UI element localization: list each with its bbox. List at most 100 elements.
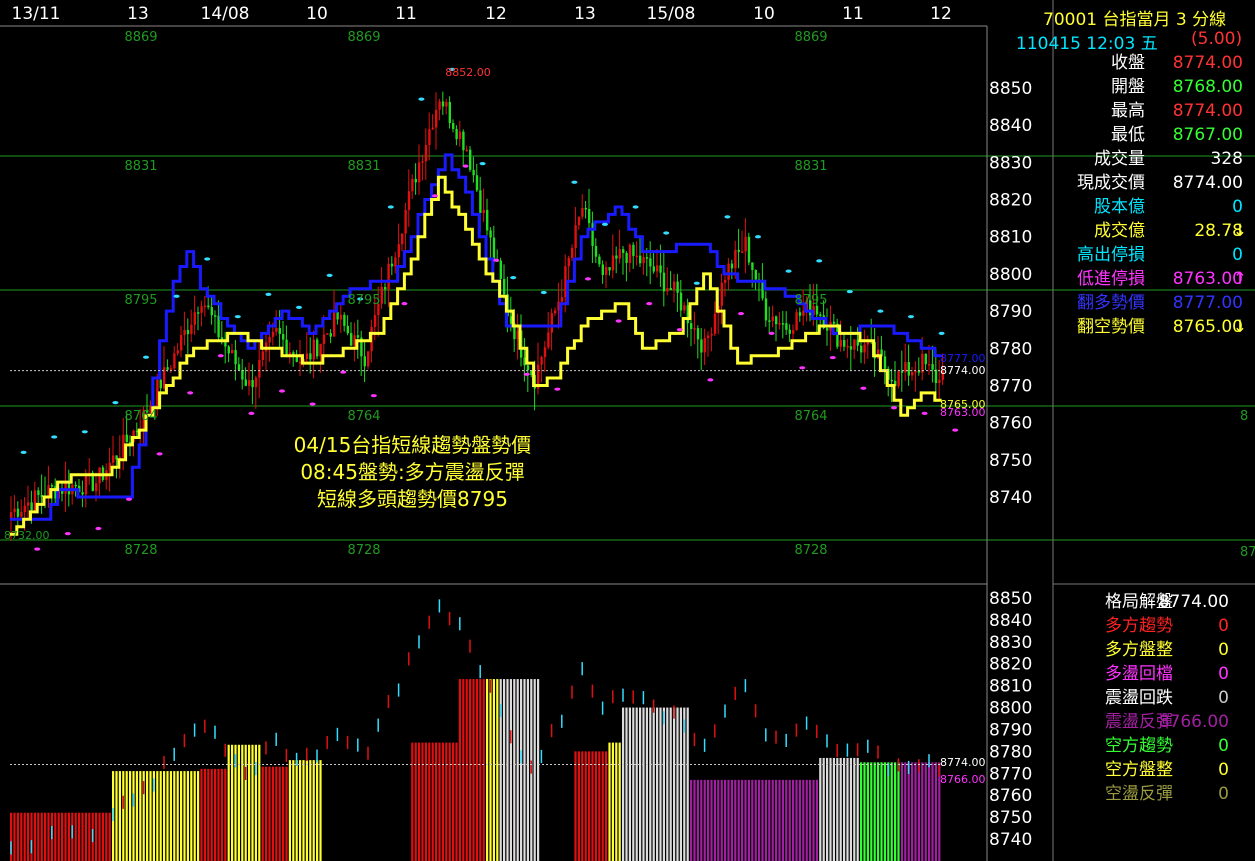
candle-body: [397, 244, 400, 258]
candle-body: [676, 281, 679, 293]
candle-body: [435, 109, 438, 128]
candle-body: [95, 483, 98, 492]
pattern-bar: [441, 742, 444, 861]
candle-body: [649, 258, 652, 267]
magenta-marker: [738, 311, 744, 316]
pattern-bar: [588, 751, 591, 861]
pattern-bar: [57, 812, 60, 861]
cyan-marker: [908, 315, 914, 319]
trend-arrow-icon: ↓: [1232, 317, 1247, 337]
candle-body: [768, 320, 771, 322]
candle-body: [598, 256, 601, 265]
pattern-bar: [496, 679, 499, 861]
pattern-bar: [118, 771, 121, 861]
pattern-bar: [649, 707, 652, 861]
candle-body: [200, 306, 203, 313]
magenta-marker: [585, 277, 591, 281]
magenta-marker: [829, 355, 836, 360]
pattern-row: 多方趨勢 0: [1055, 614, 1255, 638]
candle-body: [472, 169, 475, 176]
pattern-bar: [305, 760, 308, 861]
pattern-bar: [720, 779, 723, 861]
pattern-bar: [64, 812, 67, 861]
lower-axis-label: 8740: [989, 830, 1032, 850]
level-label: 8728: [124, 543, 157, 558]
candle-body: [747, 236, 751, 263]
cyan-marker: [816, 259, 823, 263]
cyan-marker: [663, 231, 670, 235]
candle-body: [907, 362, 910, 376]
pattern-bar: [632, 707, 635, 861]
candle-body: [744, 236, 747, 252]
pattern-bar: [696, 779, 699, 861]
candle-body: [883, 356, 887, 369]
x-axis-label: 12: [930, 4, 952, 24]
pattern-bar: [506, 679, 509, 861]
pattern-bar: [860, 762, 863, 861]
magenta-marker: [279, 389, 285, 393]
candle-body: [231, 350, 234, 354]
candle-body: [305, 353, 309, 359]
candle-body: [588, 208, 591, 224]
cyan-marker: [755, 235, 761, 239]
pattern-bar: [489, 679, 492, 861]
pattern-bar: [125, 771, 128, 861]
x-axis-label: 15/08: [647, 4, 696, 24]
pattern-bar: [492, 679, 495, 861]
pattern-bar: [605, 751, 608, 861]
magenta-marker: [523, 372, 530, 376]
candle-body: [326, 333, 329, 335]
quote-row: 翻多勢價 8777.00: [1055, 291, 1255, 315]
upper-axis-label: 8790: [989, 302, 1032, 322]
cyan-marker: [724, 215, 731, 219]
upper-axis-label: 8850: [989, 79, 1032, 99]
candle-body: [938, 379, 941, 384]
quote-row: 現成交價 8774.00: [1055, 171, 1255, 195]
row-label: 最高: [1111, 101, 1145, 121]
pattern-bar: [924, 762, 927, 861]
cyan-marker: [20, 450, 27, 454]
magenta-marker: [187, 391, 194, 395]
candle-body: [547, 332, 550, 348]
pattern-bar: [418, 742, 421, 861]
magenta-marker: [370, 394, 377, 398]
row-label: 開盤: [1111, 77, 1145, 97]
candle-body: [605, 267, 608, 275]
candle-body: [367, 351, 370, 367]
candle-body: [727, 263, 730, 280]
upper-axis-label: 8760: [989, 414, 1032, 434]
candle-body: [224, 342, 227, 347]
candle-body: [384, 287, 387, 290]
period-label: 3 分線: [1175, 10, 1227, 30]
magenta-marker-label: 8763.00: [940, 406, 986, 419]
level-label: 8795: [794, 293, 827, 308]
pattern-bar: [258, 744, 261, 861]
pattern-bar: [870, 762, 873, 861]
x-axis-label: 11: [842, 4, 864, 24]
pattern-bar: [316, 760, 319, 861]
candle-body: [333, 312, 336, 337]
level-label: 8831: [124, 159, 157, 174]
level-label: 8869: [794, 30, 827, 45]
x-axis-label: 10: [753, 4, 775, 24]
pattern-bar: [758, 779, 761, 861]
pattern-bar: [421, 742, 424, 861]
candle-body: [23, 505, 26, 513]
candle-body: [730, 263, 734, 269]
candle-body: [656, 265, 659, 272]
candle-body: [622, 249, 625, 253]
candle-body: [581, 207, 584, 217]
trend-arrow-icon: ↑: [1232, 269, 1247, 289]
candle-body: [860, 345, 863, 353]
pattern-bar: [16, 812, 19, 861]
level-label: 8869: [347, 30, 380, 45]
row-value: 8767.00: [1172, 125, 1243, 145]
pattern-bar: [523, 679, 526, 861]
pattern-bar: [815, 779, 818, 861]
magenta-marker: [493, 258, 500, 262]
pattern-bar: [754, 779, 757, 861]
pattern-bar: [761, 779, 764, 861]
pattern-row: 多盪回檔 0: [1055, 662, 1255, 686]
pattern-bar: [469, 679, 472, 861]
pattern-bar: [853, 757, 856, 861]
